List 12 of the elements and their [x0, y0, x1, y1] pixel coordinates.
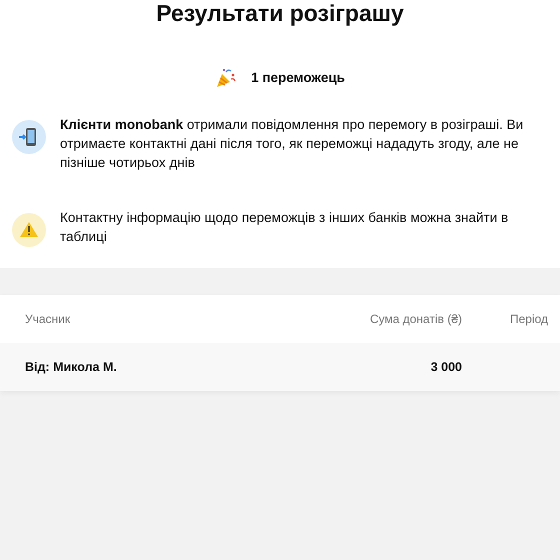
winners-count: 1 переможець [251, 69, 345, 87]
table-cell-text: Від: Микола М. [24, 358, 118, 376]
notice-text: Клієнти monobank отримали повідомлення про перемогу в розіграші. Ви отримаєте контактні дані після того, як переможці нададуть згоду, але не пізніше чотирьох днів [60, 116, 524, 172]
table-cell-text: 3 000 [430, 358, 462, 376]
page-title: Результати розіграшу [155, 0, 405, 26]
column-header: Сума донатів (₴) [368, 311, 462, 328]
party-popper-icon [215, 68, 238, 88]
notice-text: Контактну інформацію щодо переможців з інших банків можна знайти в таблиці [60, 209, 510, 246]
column-header: Період [509, 311, 548, 328]
phone-icon [12, 120, 46, 154]
warning-icon [12, 213, 46, 248]
column-header: Учасник [24, 311, 72, 328]
